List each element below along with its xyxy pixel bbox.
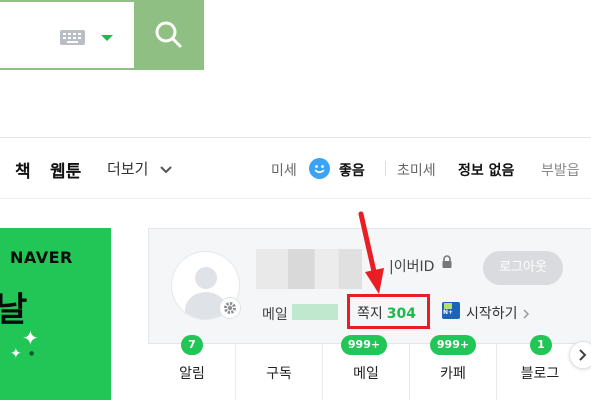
separator bbox=[385, 161, 386, 176]
chevron-right-icon bbox=[579, 349, 587, 361]
gear-icon[interactable] bbox=[219, 297, 241, 319]
location-label[interactable]: 부발읍 bbox=[541, 160, 580, 180]
mail-label[interactable]: 메일 bbox=[262, 304, 288, 324]
badge-blog: 1 bbox=[530, 335, 552, 355]
tab-label: 구독 bbox=[266, 366, 292, 382]
naver-id-label: |이버ID bbox=[389, 259, 435, 275]
red-arrow-annotation bbox=[358, 211, 384, 294]
keyboard-icon[interactable] bbox=[60, 30, 85, 45]
smile-icon bbox=[309, 158, 330, 179]
dot-icon: ● bbox=[29, 350, 35, 357]
start-label: 시작하기 bbox=[466, 306, 518, 322]
sparkle-icon: ✦ bbox=[10, 346, 22, 362]
ultrafine-dust-status: 정보 없음 bbox=[458, 163, 515, 179]
more-button[interactable]: 더보기 bbox=[107, 158, 173, 179]
search-icon bbox=[155, 21, 182, 48]
naver-logo: NAVER bbox=[10, 248, 73, 267]
fine-dust-label: 미세 bbox=[271, 163, 297, 179]
tab-label: 블로그 bbox=[520, 366, 560, 382]
chevron-right-icon bbox=[523, 309, 530, 319]
lock-icon bbox=[442, 255, 452, 268]
logout-button[interactable]: 로그아웃 bbox=[483, 251, 563, 285]
caret-down-icon[interactable] bbox=[101, 35, 113, 41]
naver-pay-icon: N+ bbox=[442, 302, 460, 319]
more-label: 더보기 bbox=[107, 160, 149, 178]
badge-mail: 999+ bbox=[341, 335, 387, 355]
nav-item-books[interactable]: 책 bbox=[15, 157, 31, 182]
nav-item-webtoon[interactable]: 웹툰 bbox=[50, 157, 81, 182]
banner-glyph: 날 bbox=[0, 290, 28, 330]
divider bbox=[0, 137, 591, 138]
tab-label: 알림 bbox=[179, 366, 205, 382]
chevron-down-icon bbox=[160, 165, 172, 173]
next-button[interactable] bbox=[569, 341, 591, 369]
ultrafine-dust-label: 초미세 bbox=[397, 163, 436, 179]
sparkle-icon: ✦ bbox=[22, 326, 39, 350]
tab-label: 메일 bbox=[353, 366, 379, 382]
fine-dust-status: 좋음 bbox=[339, 163, 365, 179]
start-link[interactable]: 시작하기 bbox=[466, 303, 530, 323]
search-input[interactable] bbox=[0, 0, 134, 70]
tab-subscriptions[interactable]: 구독 bbox=[235, 343, 323, 400]
divider bbox=[0, 198, 591, 199]
tab-label: 카페 bbox=[440, 366, 466, 382]
badge-cafe: 999+ bbox=[430, 335, 476, 355]
search-button[interactable] bbox=[134, 0, 204, 70]
pay-icon-text: N+ bbox=[443, 309, 454, 316]
badge-notifications: 7 bbox=[181, 335, 203, 355]
mail-address-blurred bbox=[292, 304, 338, 320]
